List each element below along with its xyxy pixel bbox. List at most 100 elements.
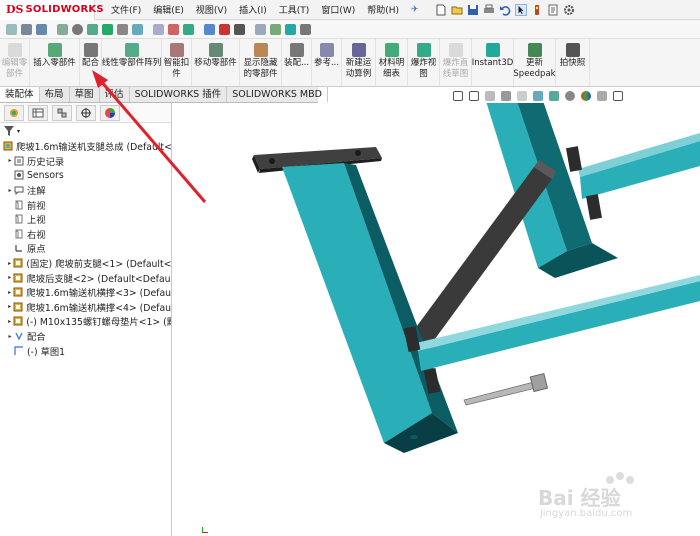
tree-filter[interactable]: ▾ [0,123,171,139]
configuration-manager-tab-icon[interactable] [52,104,72,121]
tab-evaluate[interactable]: 评估 [100,87,130,102]
cmd-button-10[interactable]: 材料明 细表 [376,39,408,86]
tree-expander-icon[interactable]: ▸ [6,318,13,325]
menu-file[interactable]: 文件(F) [105,3,147,16]
move-icon[interactable] [300,23,311,35]
cmd-button-1[interactable]: 插入零部件 [30,39,80,86]
view-settings-icon[interactable] [613,91,623,101]
cmd-button-8[interactable]: 参考... [312,39,342,86]
tree-item[interactable]: 上视 [0,212,171,227]
tree-item[interactable]: 前视 [0,197,171,212]
select-arrow-icon[interactable] [514,3,527,16]
tree-item[interactable]: ▸ 爬坡1.6m输送机横撑<4> (Default< [0,300,171,315]
bolt-m10x135[interactable] [463,372,549,406]
tab-solidworks-mbd[interactable]: SOLIDWORKS MBD [227,87,328,102]
solidworks-logo[interactable]: DS SOLIDWORKS [0,0,104,20]
flag-icon[interactable] [219,23,230,35]
cmd-button-7[interactable]: 装配... [282,39,312,86]
menu-window[interactable]: 窗口(W) [315,3,361,16]
zoom-fit-icon[interactable] [453,91,463,101]
cmd-button-15[interactable]: 拍快照 [556,39,590,86]
tree-expander-icon[interactable]: ▸ [6,289,13,296]
tree-expander-icon[interactable]: ▸ [6,157,14,164]
cross-rail-upper[interactable] [578,133,700,199]
tree-item[interactable]: ▸ 注解 [0,183,171,198]
tree-item[interactable]: 原点 [0,241,171,256]
measure-icon[interactable] [57,23,68,35]
cmd-button-12[interactable]: 爆炸直 线草图 [440,39,472,86]
new-document-icon[interactable] [435,4,447,16]
grid-tool-icon[interactable] [21,23,32,35]
tab-assembly[interactable]: 装配体 [0,87,40,102]
pin-icon[interactable]: ✈ [405,5,425,15]
cmd-button-3[interactable]: 线性零部件阵列 [102,39,162,86]
cmd-button-14[interactable]: 更新 Speedpak [513,39,556,86]
dynamic-annotation-icon[interactable] [517,91,527,101]
tree-expander-icon[interactable]: ▸ [6,274,13,281]
cmd-button-6[interactable]: 显示隐藏 的零部件 [240,39,282,86]
cmd-button-5[interactable]: 移动零部件 [192,39,240,86]
tree-item[interactable]: (-) 草图1 [0,343,171,358]
view-icon[interactable] [204,23,215,35]
section-view-icon[interactable] [501,91,511,101]
display-icon[interactable] [153,23,164,35]
tree-item[interactable]: ▸ 配合 [0,329,171,344]
dimxpert-tab-icon[interactable] [76,104,96,121]
hide-show-icon[interactable] [565,91,575,101]
undo-icon[interactable] [499,4,511,16]
save-icon[interactable] [467,4,479,16]
tree-item[interactable]: ▸ (固定) 爬坡前支腿<1> (Default<De [0,256,171,271]
menu-insert[interactable]: 插入(I) [233,3,273,16]
display-style-icon[interactable] [549,91,559,101]
component-tool-icon[interactable] [87,23,98,35]
open-folder-icon[interactable] [451,4,463,16]
tab-sketch[interactable]: 草图 [70,87,100,102]
tree-item[interactable]: ▸ (-) M10x135螺钉螺母垫片<1> (默认 [0,314,171,329]
previous-view-icon[interactable] [485,91,495,101]
curve-tool-icon[interactable] [36,23,47,35]
cmd-button-2[interactable]: 配合 [80,39,102,86]
spin-icon[interactable] [285,23,296,35]
shield-icon[interactable] [102,23,113,35]
menu-tools[interactable]: 工具(T) [273,3,316,16]
sketch-tool-icon[interactable] [6,23,17,35]
tab-layout[interactable]: 布局 [40,87,70,102]
link-icon[interactable] [117,23,128,35]
toolbox-icon[interactable] [168,23,179,35]
options-gear-icon[interactable] [563,4,575,16]
appearance-icon[interactable] [581,91,591,101]
scene-icon[interactable] [597,91,607,101]
cmd-button-11[interactable]: 爆炸视 图 [408,39,440,86]
tree-expander-icon[interactable]: ▸ [6,260,13,267]
display-manager-tab-icon[interactable] [100,104,120,121]
menu-edit[interactable]: 编辑(E) [147,3,190,16]
menu-help[interactable]: 帮助(H) [361,3,405,16]
tree-item[interactable]: 右视 [0,227,171,242]
cmd-button-4[interactable]: 智能扣 件 [162,39,192,86]
tree-item[interactable]: ▸ 爬坡1.6m输送机横撑<3> (Default< [0,285,171,300]
tab-solidworks-addins[interactable]: SOLIDWORKS 插件 [130,87,228,102]
tree-item[interactable]: Sensors [0,168,171,183]
render-icon[interactable] [270,23,281,35]
section-icon[interactable] [132,23,143,35]
tree-item[interactable]: ▸ 爬坡后支腿<2> (Default<Default_ [0,270,171,285]
file-properties-icon[interactable] [547,4,559,16]
photo-icon[interactable] [234,23,245,35]
tree-expander-icon[interactable]: ▸ [6,303,13,310]
feature-tree-tab-icon[interactable] [4,104,24,121]
check-icon[interactable] [183,23,194,35]
filter-dropdown-icon[interactable]: ▾ [17,128,20,135]
tree-root-assembly[interactable]: 爬坡1.6m输送机支腿总成 (Default<De [0,139,171,154]
menu-view[interactable]: 视图(V) [190,3,233,16]
rebuild-icon[interactable] [531,4,543,16]
tree-item[interactable]: ▸ 历史记录 [0,154,171,169]
print-icon[interactable] [483,4,495,16]
tree-expander-icon[interactable]: ▸ [6,187,14,194]
table-icon[interactable] [255,23,266,35]
property-manager-tab-icon[interactable] [28,104,48,121]
filter-funnel-icon[interactable] [4,125,16,137]
tree-expander-icon[interactable]: ▸ [6,333,14,340]
circle-tool-icon[interactable] [72,23,83,35]
zoom-area-icon[interactable] [469,91,479,101]
cmd-button-13[interactable]: Instant3D [472,39,514,86]
